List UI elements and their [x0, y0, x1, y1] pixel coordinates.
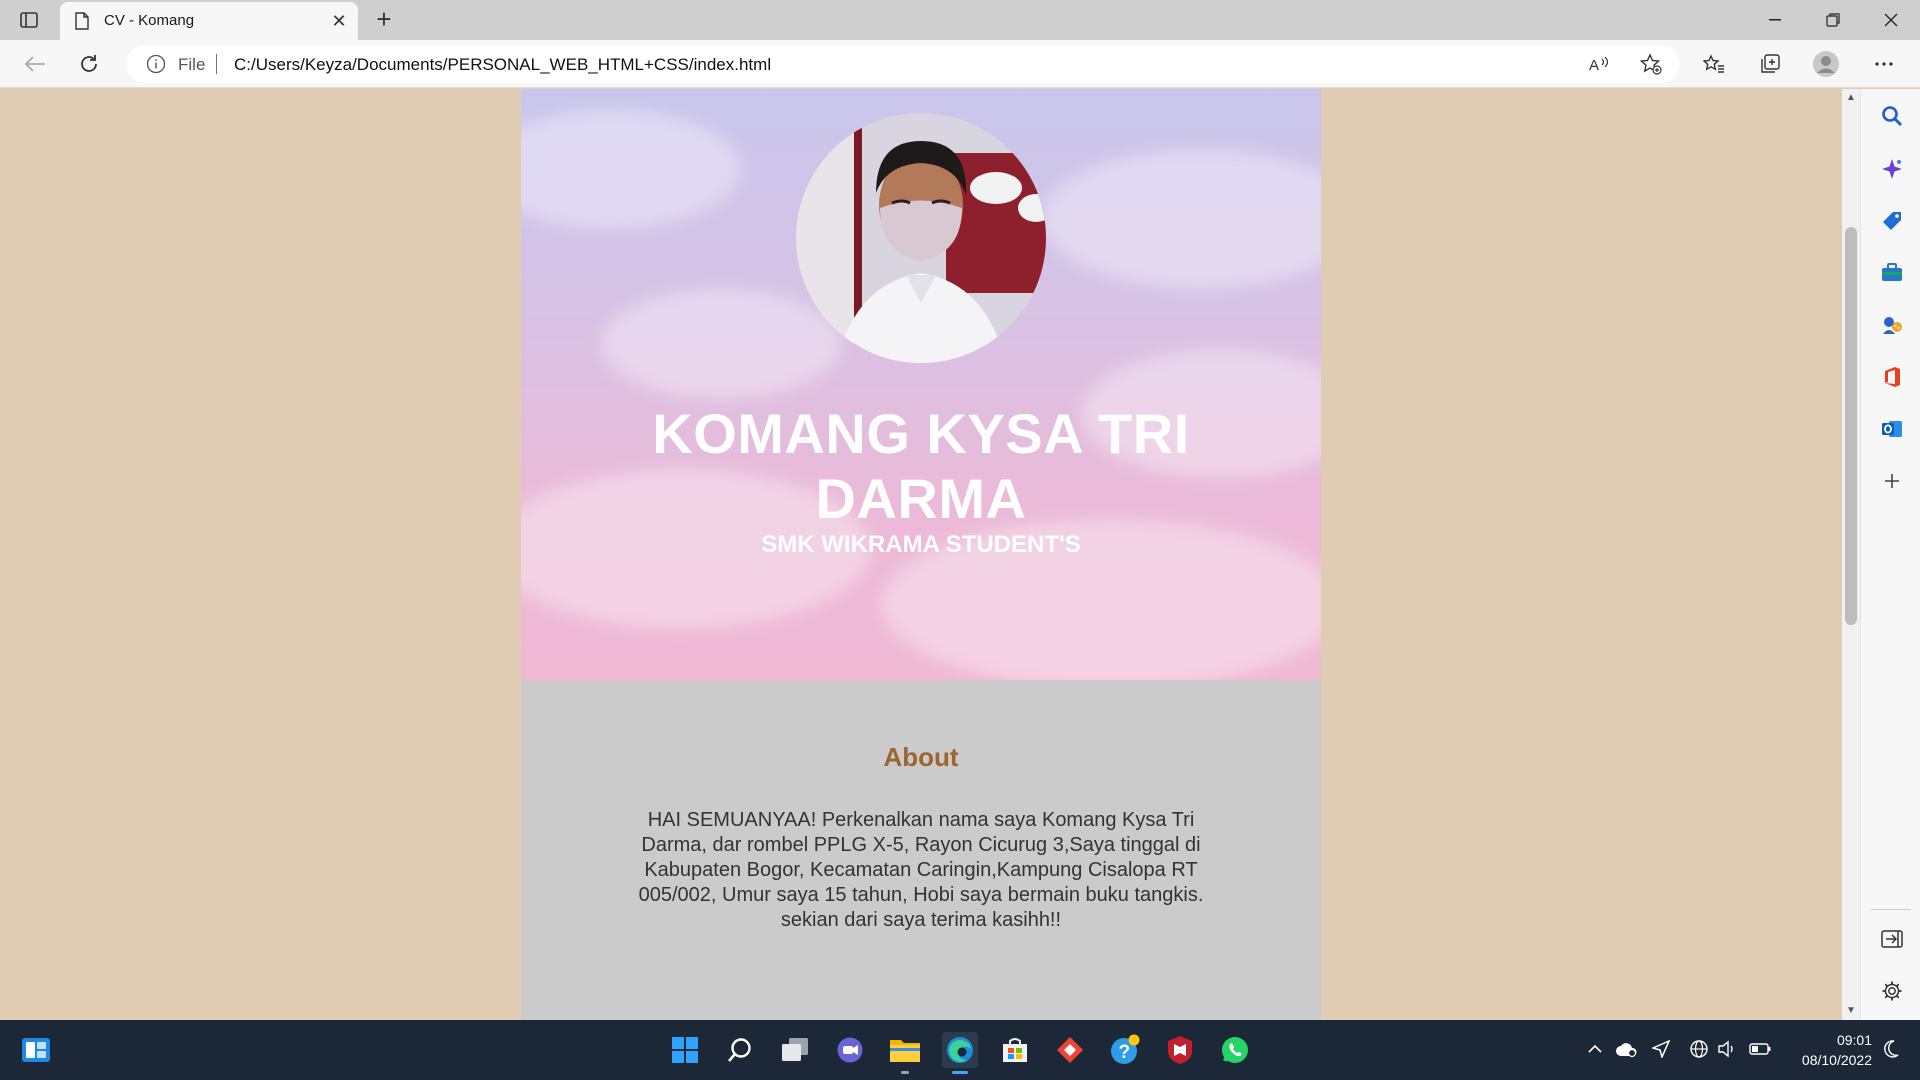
clock-date[interactable]: 08/10/2022: [1786, 1052, 1872, 1068]
search-taskbar-icon[interactable]: [722, 1032, 758, 1068]
get-help-icon[interactable]: ?: [1107, 1032, 1143, 1068]
url-text[interactable]: C:/Users/Keyza/Documents/PERSONAL_WEB_HT…: [234, 55, 771, 75]
edge-sidebar: [1860, 89, 1920, 1020]
about-text: HAI SEMUANYAA! Perkenalkan nama saya Kom…: [638, 809, 1204, 931]
favorites-icon[interactable]: [1699, 50, 1729, 78]
edge-browser-icon[interactable]: [942, 1032, 978, 1074]
collections-icon[interactable]: [1755, 50, 1785, 78]
profile-name-line2: DARMA: [815, 467, 1027, 530]
address-separator: [216, 54, 217, 74]
profile-subtitle: SMK WIKRAMA STUDENT'S: [761, 531, 1081, 558]
cv-card: KOMANG KYSA TRI DARMA SMK WIKRAMA STUDEN…: [521, 89, 1321, 1020]
file-explorer-icon[interactable]: [887, 1032, 923, 1074]
volume-speaker-icon[interactable]: [1716, 1038, 1738, 1060]
page-viewport: KOMANG KYSA TRI DARMA SMK WIKRAMA STUDEN…: [0, 89, 1842, 1020]
svg-text:?: ?: [1119, 1042, 1131, 1063]
minimize-button[interactable]: [1746, 0, 1804, 40]
scheme-label: File: [178, 55, 206, 74]
settings-gear-icon[interactable]: [1879, 978, 1905, 1004]
location-arrow-icon[interactable]: [1650, 1038, 1672, 1060]
microsoft-store-icon[interactable]: [997, 1032, 1033, 1068]
scroll-down-arrow-icon[interactable]: ▼: [1842, 1002, 1860, 1020]
tab-title: CV - Komang: [104, 12, 195, 29]
close-window-button[interactable]: [1862, 0, 1920, 40]
cloud-decoration: [521, 109, 741, 229]
scroll-up-arrow-icon[interactable]: ▲: [1842, 89, 1860, 107]
page-scrollbar[interactable]: ▲ ▼: [1842, 89, 1860, 1020]
battery-icon[interactable]: [1748, 1038, 1772, 1060]
scroll-thumb[interactable]: [1845, 227, 1857, 625]
tab-actions-icon[interactable]: [16, 8, 42, 32]
running-indicator: [901, 1071, 909, 1074]
office-icon[interactable]: [1879, 364, 1905, 390]
hide-sidebar-icon[interactable]: [1879, 926, 1905, 952]
search-icon[interactable]: [1879, 103, 1905, 129]
copilot-sparkle-icon[interactable]: [1879, 156, 1905, 182]
teams-chat-icon[interactable]: [832, 1032, 868, 1068]
games-icon[interactable]: [1879, 312, 1905, 338]
browser-tab[interactable]: CV - Komang ✕: [60, 2, 358, 40]
browser-toolbar: File C:/Users/Keyza/Documents/PERSONAL_W…: [0, 40, 1920, 88]
widgets-icon[interactable]: [18, 1032, 54, 1068]
new-tab-button[interactable]: +: [370, 6, 398, 34]
onedrive-cloud-icon[interactable]: [1614, 1038, 1640, 1060]
add-sidebar-app-icon[interactable]: [1879, 468, 1905, 494]
outlook-icon[interactable]: [1879, 416, 1905, 442]
profile-name-line1: KOMANG KYSA TRI: [652, 402, 1190, 465]
page-icon: [74, 12, 92, 30]
mcafee-icon[interactable]: [1162, 1032, 1198, 1068]
close-tab-icon[interactable]: ✕: [328, 10, 350, 32]
profile-photo: [796, 113, 1046, 363]
back-arrow-icon[interactable]: [20, 50, 50, 78]
tab-strip: CV - Komang ✕ +: [0, 0, 1920, 40]
task-view-icon[interactable]: [777, 1032, 813, 1068]
shopping-tag-icon[interactable]: [1879, 208, 1905, 234]
address-bar[interactable]: File C:/Users/Keyza/Documents/PERSONAL_W…: [126, 45, 1680, 83]
refresh-icon[interactable]: [74, 50, 104, 78]
focus-moon-icon[interactable]: [1880, 1038, 1902, 1060]
cloud-decoration: [601, 289, 841, 399]
hero-section: KOMANG KYSA TRI DARMA SMK WIKRAMA STUDEN…: [521, 89, 1321, 680]
clock-time[interactable]: 09:01: [1816, 1032, 1872, 1048]
more-options-icon[interactable]: [1869, 50, 1899, 78]
active-indicator: [952, 1071, 968, 1074]
about-title: About: [883, 742, 959, 772]
read-aloud-icon[interactable]: A: [1584, 50, 1614, 78]
tools-briefcase-icon[interactable]: [1879, 260, 1905, 286]
sidebar-divider: [1871, 909, 1911, 910]
add-favorite-icon[interactable]: [1636, 50, 1666, 78]
windows-taskbar: ? 09:01 08/10/2022: [0, 1020, 1920, 1080]
whatsapp-icon[interactable]: [1217, 1032, 1253, 1068]
info-icon[interactable]: [146, 54, 166, 74]
windows-start-icon[interactable]: [667, 1032, 703, 1068]
profile-avatar-icon[interactable]: [1811, 50, 1841, 78]
anydesk-icon[interactable]: [1052, 1032, 1088, 1068]
restore-button[interactable]: [1804, 0, 1862, 40]
cloud-decoration: [1041, 149, 1321, 289]
profile-name: KOMANG KYSA TRI DARMA: [561, 401, 1281, 531]
network-globe-icon[interactable]: [1688, 1038, 1710, 1060]
about-section: About HAI SEMUANYAA! Perkenalkan nama sa…: [521, 680, 1321, 1020]
show-hidden-icons-chevron[interactable]: [1584, 1038, 1606, 1060]
svg-text:A: A: [1589, 57, 1599, 73]
